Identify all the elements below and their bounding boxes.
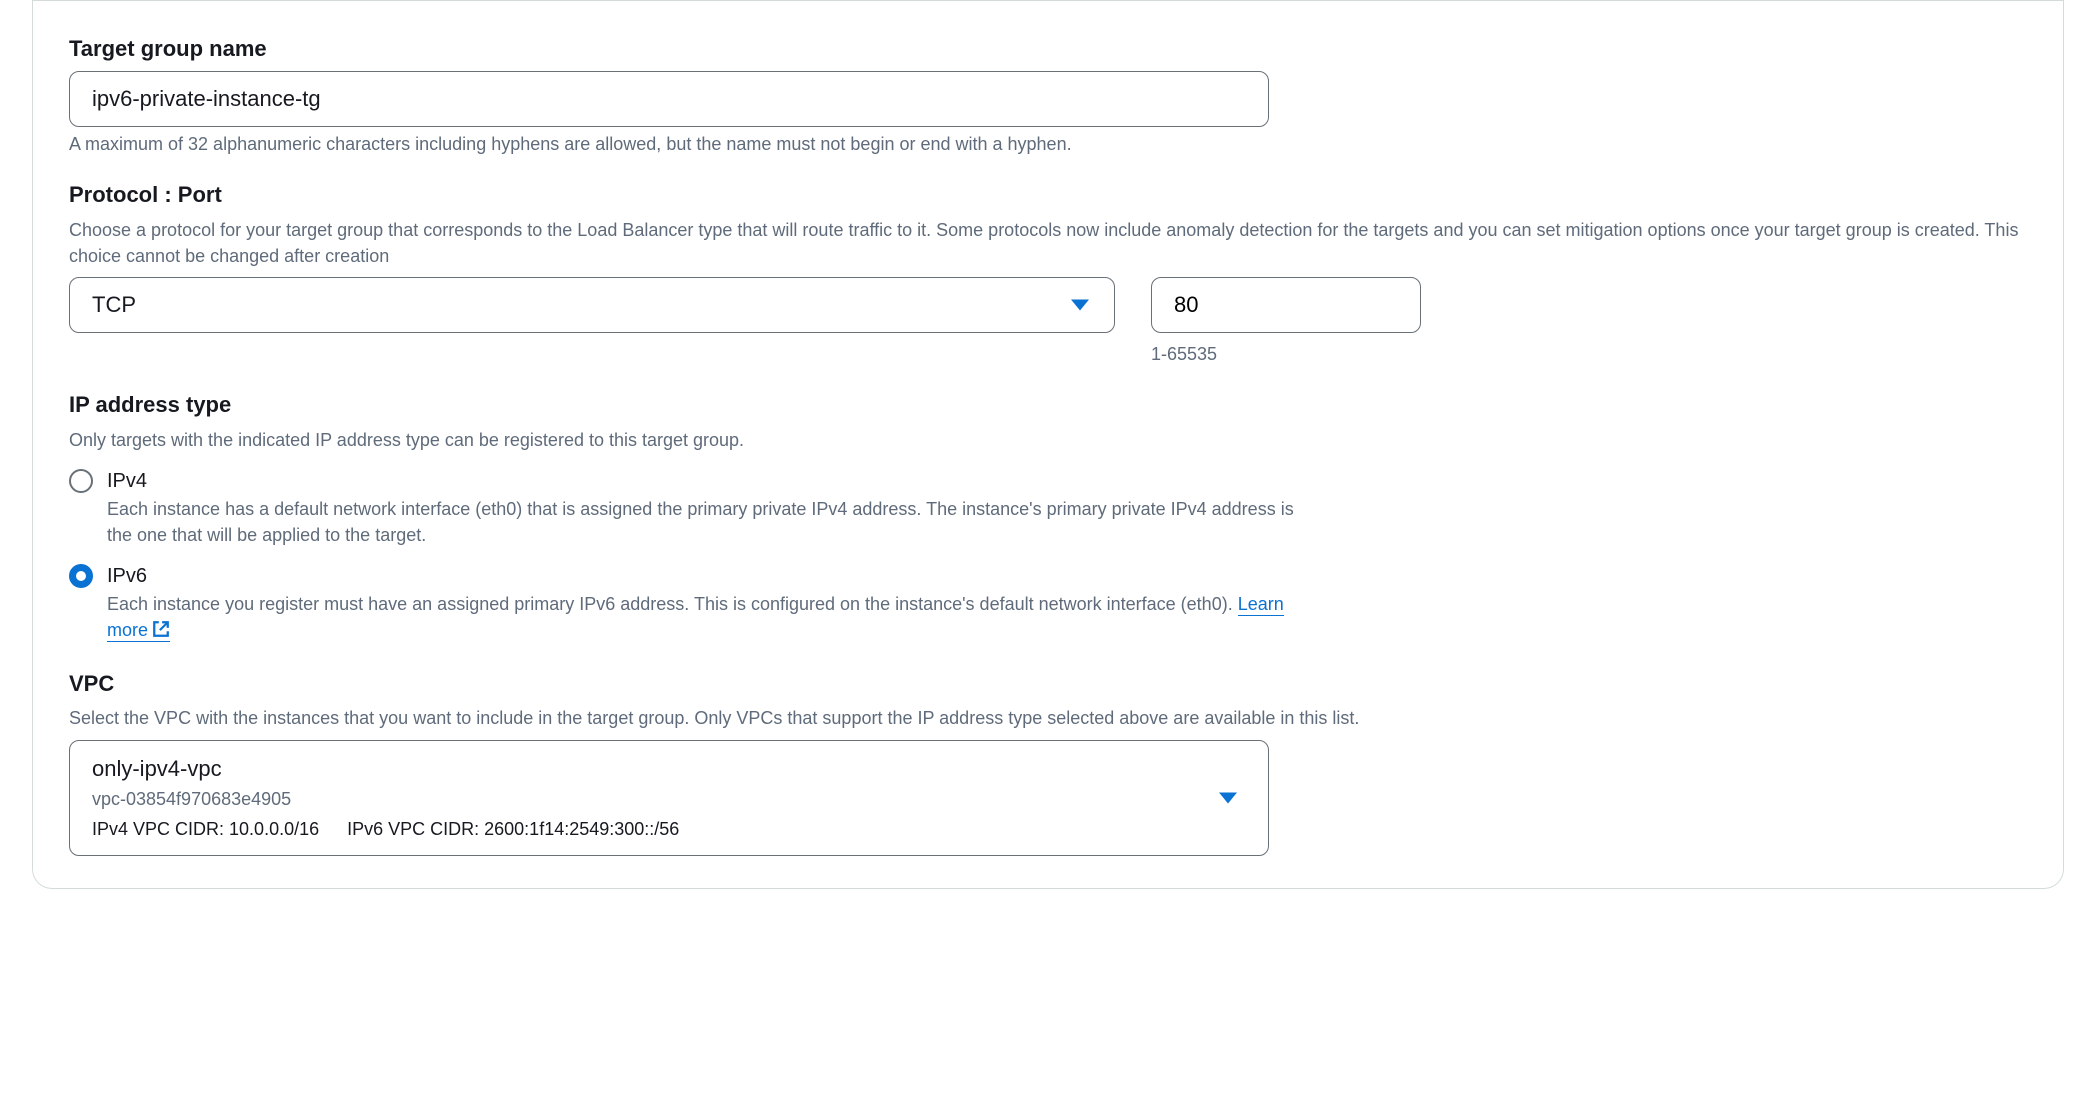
ip-type-ipv4-radio[interactable] (69, 469, 93, 493)
protocol-port-hint: Choose a protocol for your target group … (69, 217, 2027, 269)
ip-type-ipv6-option: IPv6 Each instance you register must hav… (69, 562, 2027, 645)
target-group-form-panel: Target group name A maximum of 32 alphan… (32, 0, 2064, 889)
protocol-select-value: TCP (92, 289, 136, 321)
port-column: 1-65535 (1151, 277, 1421, 367)
vpc-selected-cidrs: IPv4 VPC CIDR: 10.0.0.0/16 IPv6 VPC CIDR… (92, 816, 1208, 842)
target-group-name-hint: A maximum of 32 alphanumeric characters … (69, 131, 2027, 157)
ip-address-type-radio-group: IPv4 Each instance has a default network… (69, 467, 2027, 645)
vpc-ipv4-cidr: IPv4 VPC CIDR: 10.0.0.0/16 (92, 816, 319, 842)
port-range-hint: 1-65535 (1151, 341, 1421, 367)
ip-type-ipv6-desc-text: Each instance you register must have an … (107, 594, 1238, 614)
vpc-hint: Select the VPC with the instances that y… (69, 705, 2027, 731)
vpc-label: VPC (69, 668, 2027, 700)
protocol-select[interactable]: TCP (69, 277, 1115, 333)
vpc-selected-id: vpc-03854f970683e4905 (92, 786, 1208, 812)
vpc-selected-name: only-ipv4-vpc (92, 753, 1208, 785)
ip-address-type-field: IP address type Only targets with the in… (69, 389, 2027, 645)
ip-type-ipv6-radio[interactable] (69, 564, 93, 588)
ip-type-ipv4-desc: Each instance has a default network inte… (107, 496, 1307, 548)
protocol-select-wrap: TCP (69, 277, 1115, 333)
vpc-field: VPC Select the VPC with the instances th… (69, 668, 2027, 856)
protocol-port-label: Protocol : Port (69, 179, 2027, 211)
external-link-icon (152, 619, 170, 645)
target-group-name-field: Target group name A maximum of 32 alphan… (69, 33, 2027, 157)
ip-type-ipv6-label: IPv6 (107, 562, 1307, 591)
ip-type-ipv6-desc: Each instance you register must have an … (107, 591, 1307, 645)
vpc-ipv6-cidr: IPv6 VPC CIDR: 2600:1f14:2549:300::/56 (347, 816, 679, 842)
ip-address-type-label: IP address type (69, 389, 2027, 421)
vpc-select-wrap: only-ipv4-vpc vpc-03854f970683e4905 IPv4… (69, 740, 1269, 856)
vpc-select[interactable]: only-ipv4-vpc vpc-03854f970683e4905 IPv4… (69, 740, 1269, 856)
target-group-name-label: Target group name (69, 33, 2027, 65)
port-input[interactable] (1151, 277, 1421, 333)
protocol-port-field: Protocol : Port Choose a protocol for yo… (69, 179, 2027, 367)
target-group-name-input[interactable] (69, 71, 1269, 127)
ip-type-ipv4-option: IPv4 Each instance has a default network… (69, 467, 2027, 548)
ip-address-type-hint: Only targets with the indicated IP addre… (69, 427, 2027, 453)
ip-type-ipv4-label: IPv4 (107, 467, 1307, 496)
